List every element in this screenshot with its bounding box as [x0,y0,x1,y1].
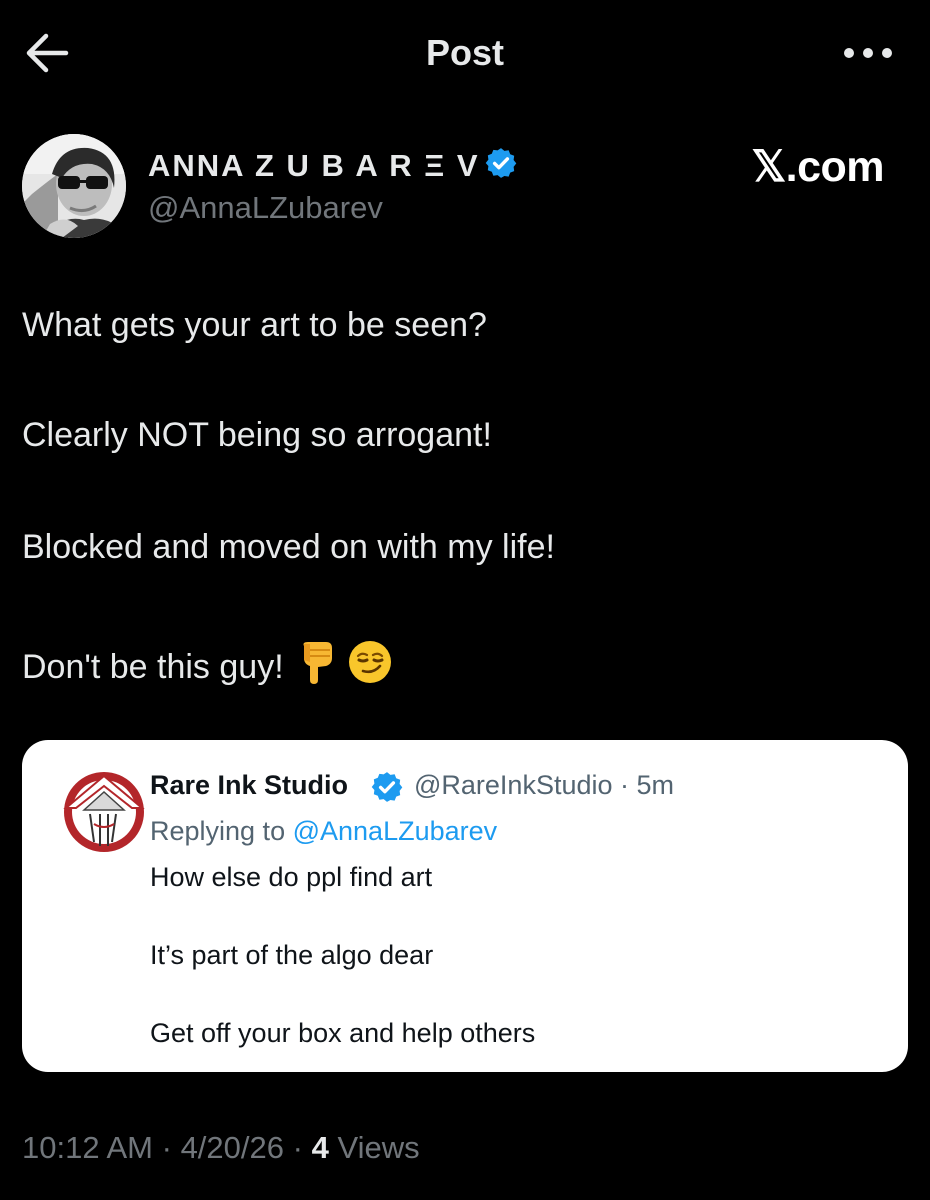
author-name[interactable]: ANNA Z U B A R Ξ V [148,146,518,184]
smirking-face-emoji [348,641,391,683]
quoted-verified-badge-icon [371,772,403,802]
post-time: 10:12 AM [22,1130,153,1165]
views-count[interactable]: 4 [312,1130,329,1165]
page-title: Post [425,32,504,73]
quoted-avatar-logo [63,772,145,852]
post-text-line: Blocked and moved on with my life! [22,528,555,566]
meta-separator: · [292,1130,303,1165]
quoted-text-line: How else do ppl find art [150,862,433,892]
post-text-line: Don't be this guy! [22,648,284,686]
more-options-button[interactable] [842,40,894,66]
author-avatar[interactable] [22,134,126,238]
quoted-handle-and-time[interactable]: @RareInkStudio · 5m [414,770,674,801]
top-bar: Post [0,0,930,110]
post-meta: 10:12 AM · 4/20/26 · 4 Views [22,1130,420,1166]
post-text-line: Clearly NOT being so arrogant! [22,416,492,454]
backhand-index-pointing-down-emoji [303,642,332,684]
author-name-text: ANNA Z U B A R Ξ V [148,148,480,183]
post-text-line-with-emoji: Don't be this guy! [22,640,392,687]
views-label[interactable]: Views [337,1130,419,1165]
more-horizontal-icon [844,48,892,58]
replying-to-handle-link[interactable]: @AnnaLZubarev [293,816,498,846]
post-date: 4/20/26 [180,1130,284,1165]
replying-to-label: Replying to [150,816,286,846]
quoted-text-line: It’s part of the algo dear [150,940,434,970]
quoted-text-line: Get off your box and help others [150,1018,536,1048]
meta-separator: · [161,1130,172,1165]
site-watermark: 𝕏.com [751,143,884,191]
post-text-line: What gets your art to be seen? [22,306,487,344]
quoted-author-name[interactable]: Rare Ink Studio [150,770,348,801]
author-avatar-image [22,134,126,238]
verified-badge-icon [485,148,516,178]
quoted-author-avatar[interactable] [60,768,148,856]
quoted-post-card[interactable]: Rare Ink Studio @RareInkStudio · 5m Repl… [22,740,908,1072]
author-handle[interactable]: @AnnaLZubarev [148,190,383,226]
quoted-replying-to: Replying to @AnnaLZubarev [150,816,497,847]
